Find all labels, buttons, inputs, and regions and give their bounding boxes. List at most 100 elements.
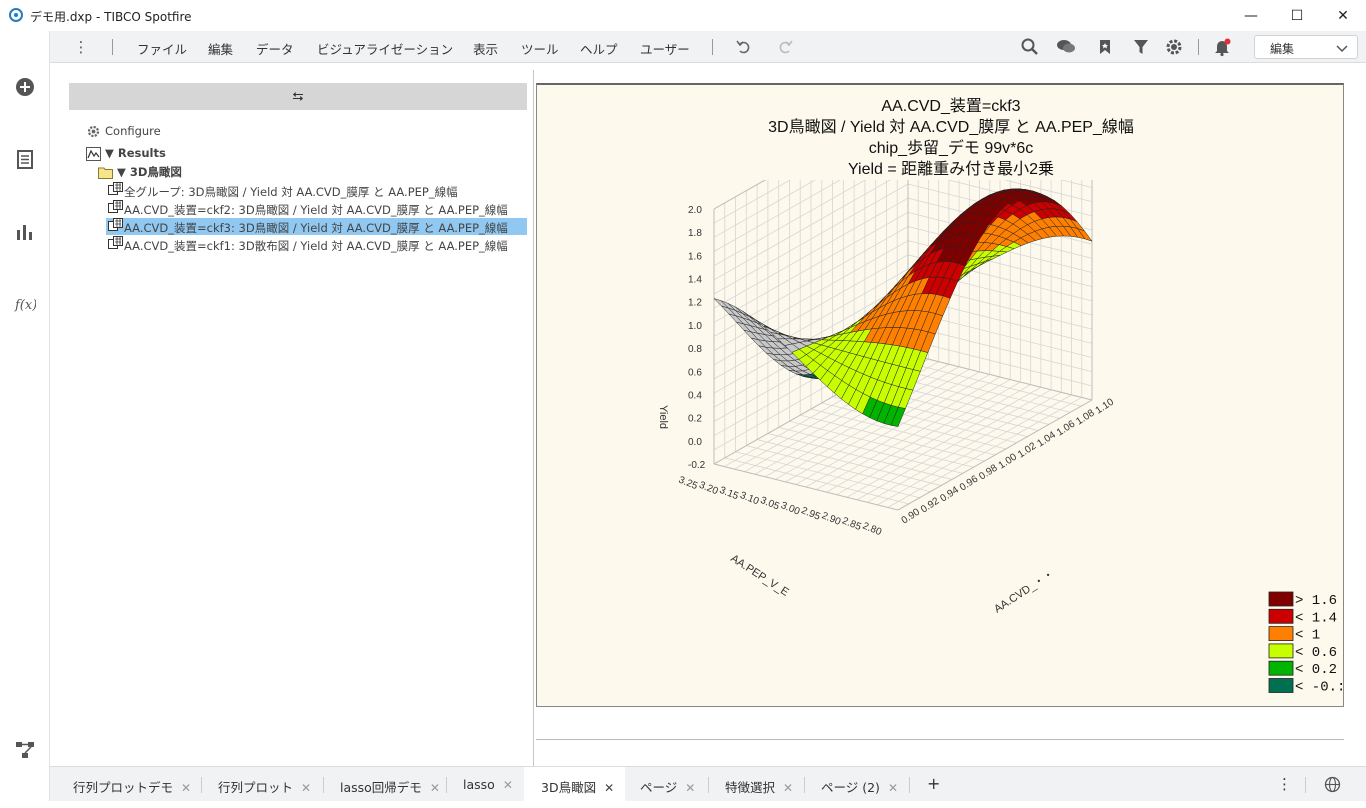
- z-tick-label: -0.2: [688, 460, 706, 471]
- more-vertical-icon[interactable]: ⋮: [1277, 767, 1292, 802]
- close-button[interactable]: ✕: [1320, 0, 1366, 31]
- result-item[interactable]: 全グループ: 3D鳥瞰図 / Yield 対 AA.CVD_膜厚 と AA.PE…: [106, 182, 527, 199]
- tab-separator: [909, 777, 910, 793]
- tab-page-active[interactable]: 3D鳥瞰図 ✕: [524, 767, 625, 802]
- x-tick-label: 1.08: [1074, 407, 1097, 427]
- z-tick-label: 0.6: [688, 367, 702, 378]
- close-icon[interactable]: ✕: [783, 781, 793, 795]
- z-tick-label: 2.0: [688, 205, 702, 216]
- z-tick-label: 1.2: [688, 298, 702, 309]
- x-tick-label: 0.90: [900, 506, 923, 526]
- result-item-label: AA.CVD_装置=ckf3: 3D鳥瞰図 / Yield 対 AA.CVD_膜…: [124, 221, 508, 235]
- close-icon[interactable]: ✕: [301, 781, 311, 795]
- result-item-selected[interactable]: AA.CVD_装置=ckf3: 3D鳥瞰図 / Yield 対 AA.CVD_膜…: [106, 218, 527, 235]
- gear-icon: [87, 125, 100, 138]
- tab-page[interactable]: lasso ✕: [463, 767, 513, 802]
- menu-file[interactable]: ファイル: [137, 39, 187, 58]
- results-node[interactable]: ▼ Results: [86, 146, 166, 161]
- results-label: ▼ Results: [105, 146, 166, 160]
- tab-page[interactable]: lasso回帰デモ ✕: [340, 767, 440, 802]
- gear-icon[interactable]: [1164, 37, 1184, 57]
- minimize-button[interactable]: —: [1228, 0, 1274, 31]
- edit-mode-select[interactable]: 編集: [1254, 35, 1358, 59]
- y-tick-label: 3.25: [677, 475, 700, 493]
- tab-page[interactable]: ページ (2) ✕: [821, 767, 898, 802]
- menu-separator: [112, 39, 113, 55]
- y-tick-label: 3.00: [779, 500, 802, 518]
- x-tick-label: 1.04: [1035, 429, 1058, 449]
- tab-page[interactable]: 行列プロットデモ ✕: [73, 767, 191, 802]
- add-icon[interactable]: [14, 76, 36, 98]
- menu-data[interactable]: データ: [256, 39, 294, 58]
- comments-icon[interactable]: [1056, 37, 1076, 57]
- tab-label: lasso: [463, 777, 495, 792]
- folder-icon: [98, 167, 113, 179]
- result-item-label: 全グループ: 3D鳥瞰図 / Yield 対 AA.CVD_膜厚 と AA.PE…: [124, 185, 458, 199]
- y-tick-label: 2.90: [820, 510, 843, 528]
- y-tick-label: 3.15: [718, 485, 741, 503]
- menu-user[interactable]: ユーザー: [640, 39, 690, 58]
- close-icon[interactable]: ✕: [181, 781, 191, 795]
- bookmark-icon[interactable]: [1095, 37, 1115, 57]
- result-item[interactable]: AA.CVD_装置=ckf1: 3D散布図 / Yield 対 AA.CVD_膜…: [106, 236, 527, 253]
- tab-page[interactable]: 行列プロット ✕: [218, 767, 311, 802]
- undo-icon[interactable]: [734, 37, 754, 57]
- workflow-icon[interactable]: [14, 739, 36, 761]
- swap-arrows-icon: ⮀: [292, 88, 304, 105]
- close-icon[interactable]: ✕: [430, 781, 440, 795]
- close-icon[interactable]: ✕: [685, 781, 695, 795]
- search-icon[interactable]: [1020, 37, 1040, 57]
- result-item[interactable]: AA.CVD_装置=ckf2: 3D鳥瞰図 / Yield 対 AA.CVD_膜…: [106, 200, 527, 217]
- menu-help[interactable]: ヘルプ: [580, 39, 618, 58]
- z-tick-label: 0.4: [688, 390, 702, 401]
- grid-frame-line: [897, 399, 1093, 511]
- notification-bell-icon[interactable]: [1212, 37, 1232, 57]
- menu-visualization[interactable]: ビジュアライゼーション: [317, 39, 453, 58]
- svg-text:f(x): f(x): [14, 298, 36, 313]
- result-item-label: AA.CVD_装置=ckf1: 3D散布図 / Yield 対 AA.CVD_膜…: [124, 239, 508, 253]
- close-icon[interactable]: ✕: [888, 781, 898, 795]
- maximize-button[interactable]: ☐: [1274, 0, 1320, 31]
- chart-title: AA.CVD_装置=ckf3 3D鳥瞰図 / Yield 対 AA.CVD_膜厚…: [536, 96, 1366, 180]
- legend-label: < -0.:: [1295, 680, 1343, 696]
- chart-footer: [536, 707, 1344, 740]
- z-tick-label: 1.8: [688, 228, 702, 239]
- close-icon[interactable]: ✕: [503, 778, 513, 792]
- surface-plot-icon: [108, 182, 123, 195]
- tab-label: ページ: [640, 780, 678, 795]
- tab-separator: [1305, 777, 1306, 793]
- data-table-icon[interactable]: [14, 148, 36, 170]
- more-vertical-icon[interactable]: ⋮: [71, 37, 91, 57]
- y-tick-label: 2.80: [861, 521, 884, 539]
- menu-view[interactable]: 表示: [473, 39, 498, 58]
- tab-separator: [201, 777, 202, 793]
- bar-chart-icon[interactable]: [14, 220, 36, 242]
- z-axis-label: Yield: [657, 405, 669, 429]
- close-icon[interactable]: ✕: [604, 781, 614, 795]
- left-rail: f(x): [0, 31, 50, 808]
- tab-page[interactable]: 特徴選択 ✕: [725, 767, 793, 802]
- filter-icon[interactable]: [1131, 37, 1151, 57]
- configure-item[interactable]: Configure: [86, 124, 161, 139]
- menu-tools[interactable]: ツール: [521, 39, 559, 58]
- tab-separator: [323, 777, 324, 793]
- folder-node[interactable]: ▼ 3D鳥瞰図: [98, 164, 182, 180]
- tab-page[interactable]: ページ ✕: [640, 767, 695, 802]
- tab-label: 特徴選択: [725, 780, 776, 795]
- collapse-panel-button[interactable]: ⮀: [69, 83, 527, 110]
- y-tick-label: 3.20: [697, 480, 720, 498]
- z-tick-label: 1.0: [688, 321, 702, 332]
- window-bottom-edge: [0, 801, 1366, 808]
- tab-label: 3D鳥瞰図: [541, 780, 597, 795]
- title-bar: デモ用.dxp - TIBCO Spotfire — ☐ ✕: [0, 0, 1366, 31]
- scatter-3d-icon: [108, 236, 123, 249]
- y-tick-label: 3.10: [738, 490, 761, 508]
- tab-separator: [708, 777, 709, 793]
- redo-icon[interactable]: [775, 37, 795, 57]
- surface-mesh: [713, 188, 1093, 427]
- z-tick-label: 0.0: [688, 437, 702, 448]
- function-icon[interactable]: f(x): [14, 293, 36, 315]
- globe-icon[interactable]: [1324, 776, 1341, 793]
- add-page-button[interactable]: +: [927, 767, 940, 802]
- menu-edit[interactable]: 編集: [208, 39, 233, 58]
